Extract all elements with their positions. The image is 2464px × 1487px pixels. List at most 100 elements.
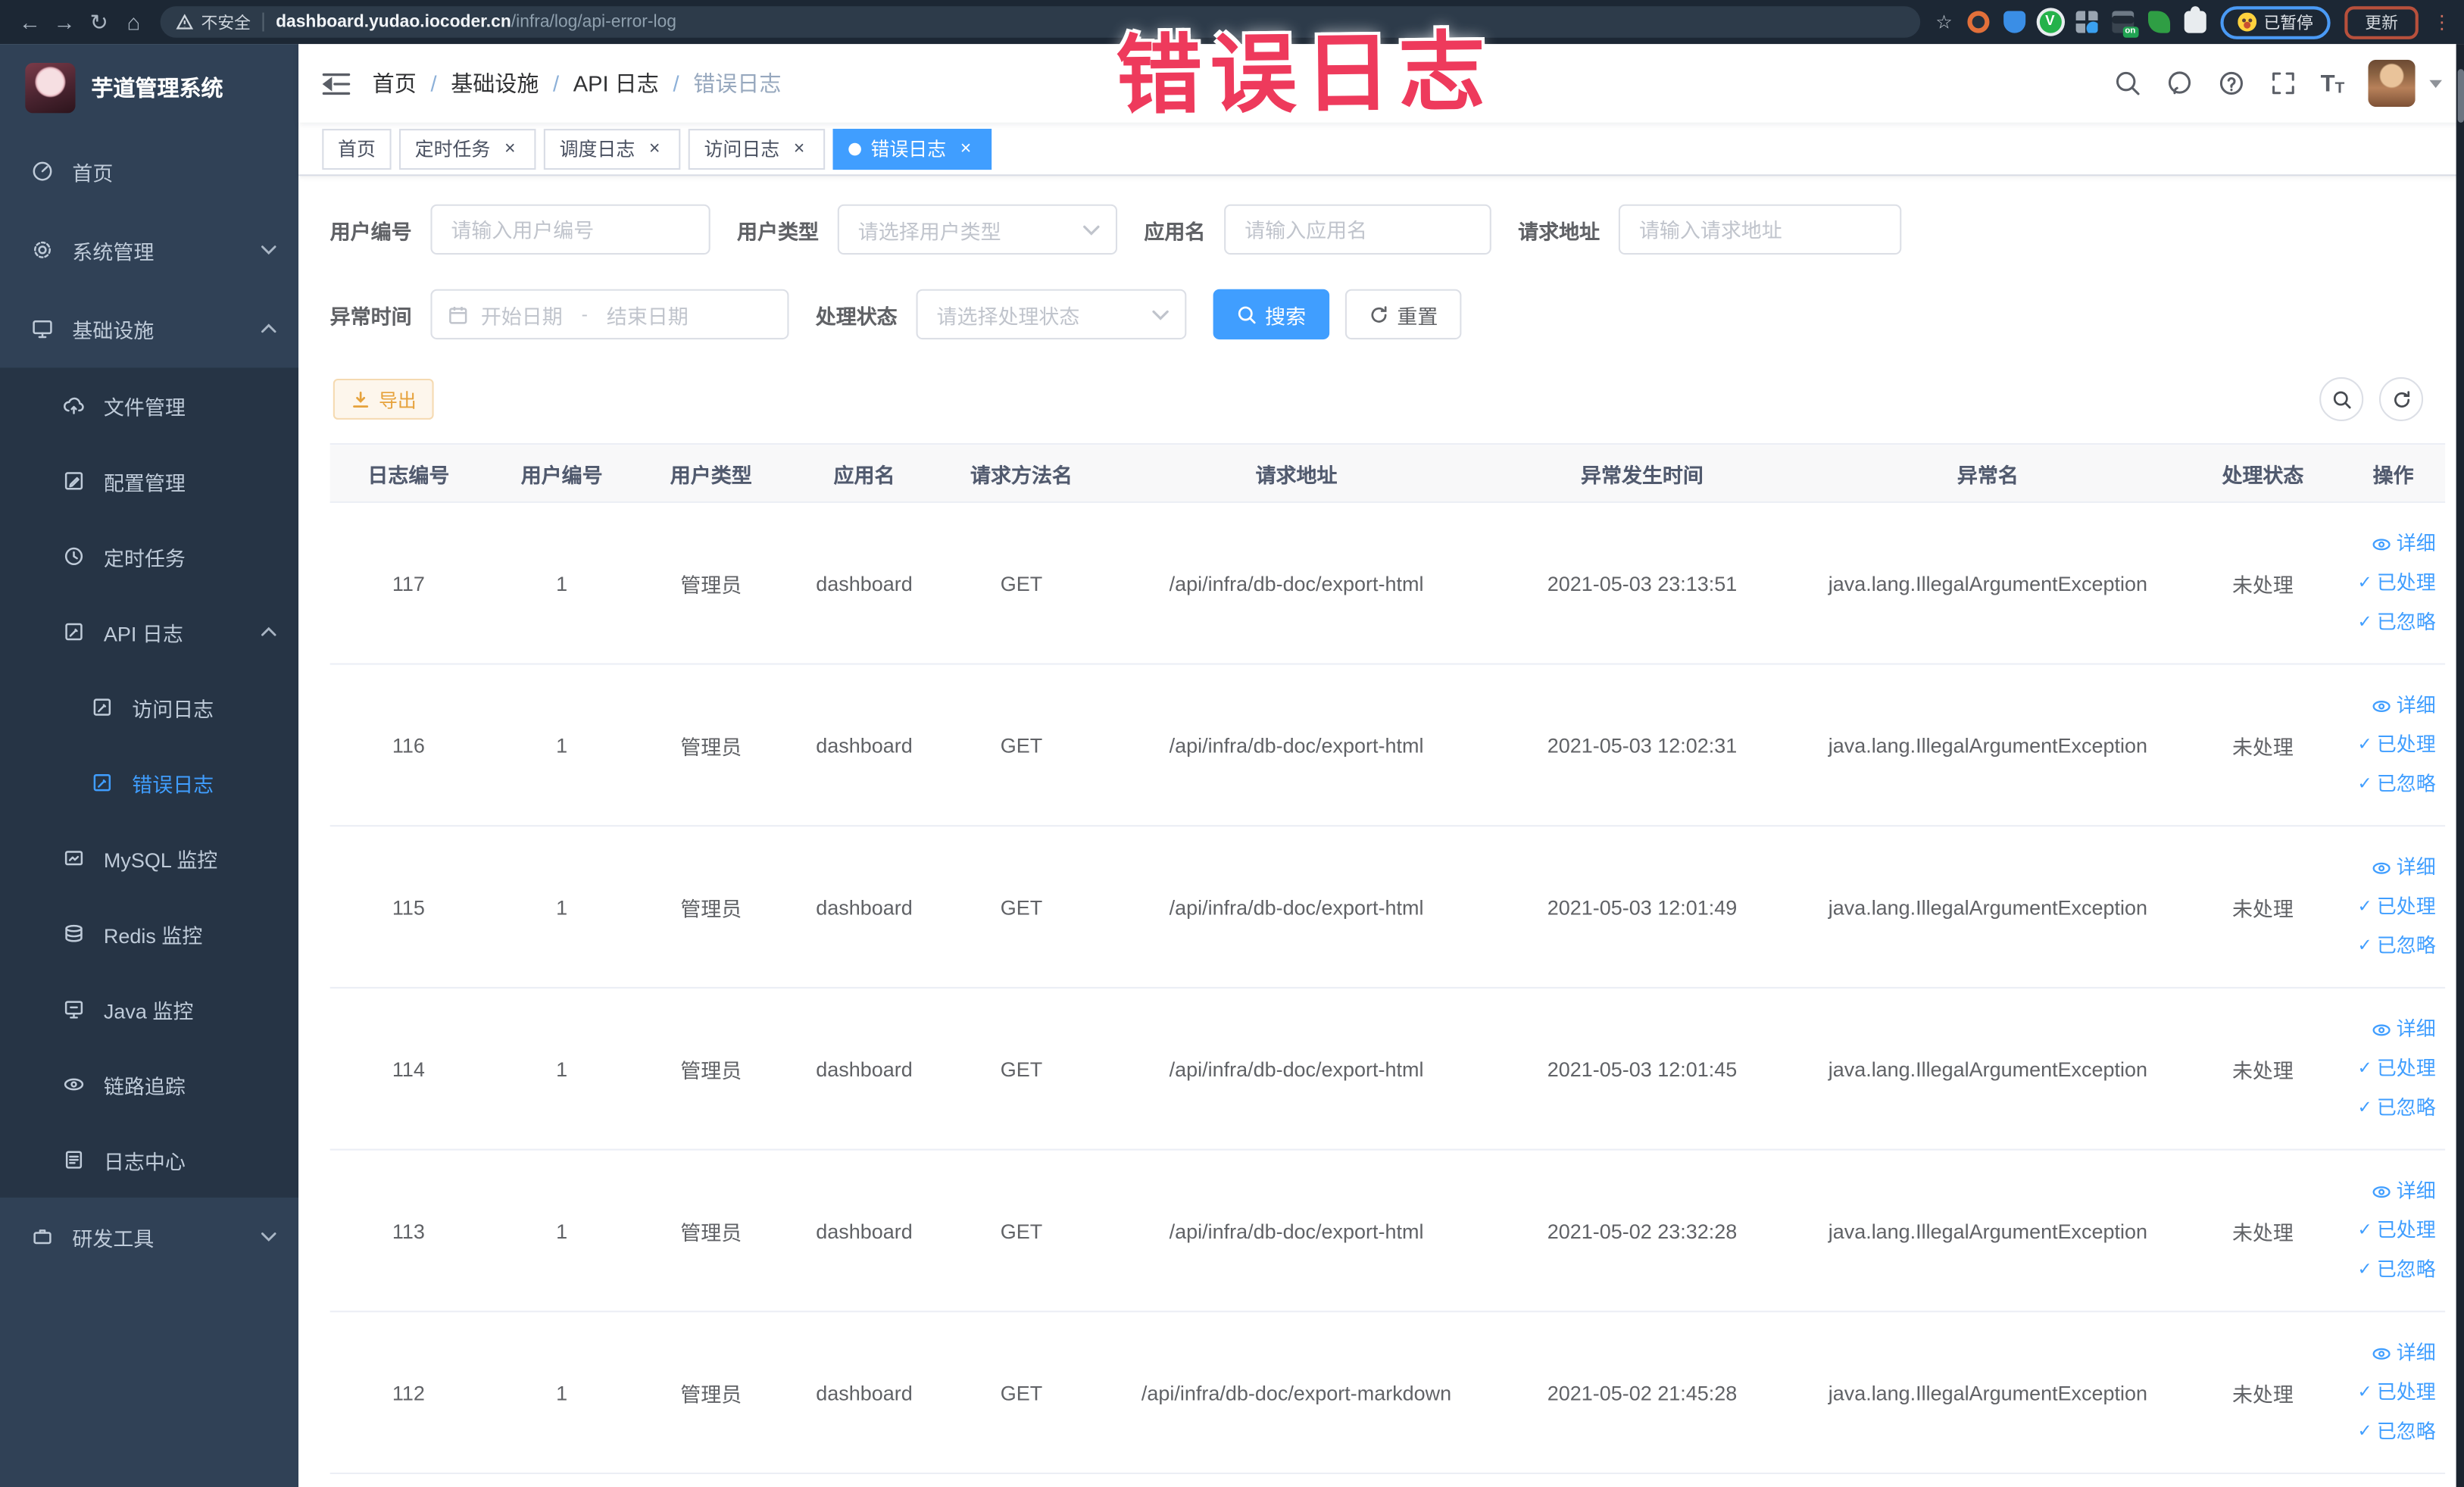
forward-icon[interactable]: → [47, 9, 82, 34]
request-url-label: 请求地址 [1518, 219, 1601, 243]
cell-method: GET [1000, 571, 1043, 595]
sidebar-item-tracing[interactable]: 链路追踪 [0, 1047, 298, 1123]
font-size-icon[interactable]: TT [2321, 70, 2345, 96]
mark-ignored-link[interactable]: ✓ 已忽略 [2357, 767, 2435, 801]
close-icon[interactable]: × [500, 139, 520, 159]
detail-link[interactable]: 详细 [2372, 850, 2436, 885]
help-icon[interactable] [2217, 69, 2245, 97]
mark-ignored-link[interactable]: ✓ 已忽略 [2357, 1414, 2435, 1449]
sidebar-item-scheduled-jobs[interactable]: 定时任务 [0, 519, 298, 595]
sidebar-item-log-center[interactable]: 日志中心 [0, 1122, 298, 1198]
sidebar-item-redis-monitor[interactable]: Redis 监控 [0, 896, 298, 972]
sidebar-item-config-mgmt[interactable]: 配置管理 [0, 443, 298, 519]
sidebar-item-access-log[interactable]: 访问日志 [0, 670, 298, 745]
sidebar-item-error-log[interactable]: 错误日志 [0, 745, 298, 820]
process-status-select[interactable]: 请选择处理状态 [916, 289, 1187, 340]
chart-screen-icon [64, 851, 83, 866]
page-scrollbar[interactable] [2456, 44, 2464, 1487]
scrollbar-thumb[interactable] [2456, 69, 2463, 123]
ext-grid-icon[interactable] [2075, 11, 2097, 33]
address-bar[interactable]: 不安全 dashboard.yudao.iocoder.cn/infra/log… [160, 6, 1920, 38]
back-icon[interactable]: ← [13, 9, 48, 34]
refresh-table-button[interactable] [2378, 376, 2424, 421]
app-name-input[interactable] [1224, 204, 1491, 255]
end-date-placeholder: 结束日期 [606, 304, 689, 328]
update-button[interactable]: 更新 [2344, 5, 2419, 39]
breadcrumb-api-log[interactable]: API 日志 [573, 67, 659, 98]
reset-button[interactable]: 重置 [1344, 289, 1462, 340]
cell-log-id: 112 [392, 1380, 425, 1404]
avatar[interactable] [2368, 59, 2416, 108]
java-monitor-icon [64, 1001, 83, 1019]
sidebar-item-system[interactable]: 系统管理 [0, 211, 298, 289]
reload-icon[interactable]: ↻ [82, 8, 117, 35]
fullscreen-icon[interactable] [2269, 69, 2297, 97]
caret-down-icon[interactable] [2429, 79, 2442, 88]
ext-onetab-icon[interactable]: on [2111, 11, 2138, 38]
user-type-select[interactable]: 请选择用户类型 [837, 204, 1118, 255]
sidebar-item-java-monitor[interactable]: Java 监控 [0, 971, 298, 1047]
exception-time-field: 异常时间 开始日期 - 结束日期 [330, 289, 789, 340]
sidebar-item-infra[interactable]: 基础设施 [0, 289, 298, 368]
cell-url: /api/infra/db-doc/export-html [1169, 571, 1424, 595]
tab-scheduled-jobs[interactable]: 定时任务 × [398, 128, 536, 170]
sidebar-item-file-mgmt[interactable]: 文件管理 [0, 367, 298, 443]
eye-icon [2372, 1186, 2391, 1198]
bookmark-star-icon[interactable]: ☆ [1935, 11, 1952, 33]
tab-access-log[interactable]: 访问日志 × [688, 128, 826, 170]
sidebar-collapse-icon[interactable] [322, 71, 351, 95]
user-id-input[interactable] [430, 204, 710, 255]
tab-error-log[interactable]: 错误日志 × [832, 128, 992, 170]
insecure-label: 不安全 [201, 13, 251, 33]
mark-processed-link[interactable]: ✓ 已处理 [2357, 889, 2435, 924]
mark-processed-link[interactable]: ✓ 已处理 [2357, 1375, 2435, 1410]
cell-app-name: dashboard [816, 1218, 913, 1242]
breadcrumb-infra[interactable]: 基础设施 [451, 67, 539, 98]
close-icon[interactable]: × [789, 139, 810, 159]
mark-ignored-link[interactable]: ✓ 已忽略 [2357, 929, 2435, 964]
upload-cloud-icon [64, 397, 84, 414]
export-button[interactable]: 导出 [333, 378, 434, 420]
cell-url: /api/infra/db-doc/export-html [1169, 1218, 1424, 1242]
user-type-label: 用户类型 [737, 219, 819, 243]
start-date-placeholder: 开始日期 [480, 304, 563, 328]
home-icon[interactable]: ⌂ [117, 9, 151, 34]
mark-processed-link[interactable]: ✓ 已处理 [2357, 566, 2435, 601]
mark-ignored-link[interactable]: ✓ 已忽略 [2357, 1252, 2435, 1287]
detail-link[interactable]: 详细 [2372, 526, 2436, 561]
detail-link[interactable]: 详细 [2372, 1335, 2436, 1370]
sidebar-item-dev-tools[interactable]: 研发工具 [0, 1198, 298, 1276]
ext-orange-icon[interactable] [1966, 11, 1989, 33]
ext-green-v-icon[interactable] [2038, 11, 2061, 33]
mark-ignored-link[interactable]: ✓ 已忽略 [2357, 605, 2435, 640]
search-button[interactable]: 搜索 [1213, 289, 1330, 340]
mark-processed-link[interactable]: ✓ 已处理 [2357, 728, 2435, 763]
detail-link[interactable]: 详细 [2372, 1012, 2436, 1047]
extensions-puzzle-icon[interactable] [2183, 6, 2206, 33]
cell-time: 2021-05-03 23:13:51 [1547, 571, 1738, 595]
detail-link[interactable]: 详细 [2372, 689, 2436, 723]
kebab-menu-icon[interactable]: ⋮ [2433, 11, 2452, 33]
profile-paused-pill[interactable]: 已暂停 [2219, 5, 2331, 39]
close-icon[interactable]: × [956, 139, 976, 159]
tab-home[interactable]: 首页 [322, 128, 392, 170]
close-icon[interactable]: × [645, 139, 665, 159]
sidebar-item-home[interactable]: 首页 [0, 132, 298, 211]
app-logo-row[interactable]: 芋道管理系统 [0, 44, 298, 132]
detail-link[interactable]: 详细 [2372, 1174, 2436, 1209]
breadcrumb-home[interactable]: 首页 [373, 67, 417, 98]
exception-time-range[interactable]: 开始日期 - 结束日期 [430, 289, 789, 340]
ext-shield-icon[interactable] [2003, 11, 2025, 33]
toggle-search-button[interactable] [2319, 376, 2364, 421]
sidebar-item-api-log[interactable]: API 日志 [0, 594, 298, 670]
mark-processed-link[interactable]: ✓ 已处理 [2357, 1214, 2435, 1248]
ext-leaf-icon[interactable] [2147, 11, 2170, 33]
mark-processed-link[interactable]: ✓ 已处理 [2357, 1051, 2435, 1086]
cell-url: /api/infra/db-doc/export-html [1169, 733, 1424, 757]
search-icon[interactable] [2113, 69, 2141, 97]
tab-schedule-log[interactable]: 调度日志 × [543, 128, 681, 170]
github-icon[interactable] [2165, 69, 2193, 97]
sidebar-item-mysql-monitor[interactable]: MySQL 监控 [0, 820, 298, 896]
mark-ignored-link[interactable]: ✓ 已忽略 [2357, 1091, 2435, 1126]
request-url-input[interactable] [1618, 204, 1902, 255]
